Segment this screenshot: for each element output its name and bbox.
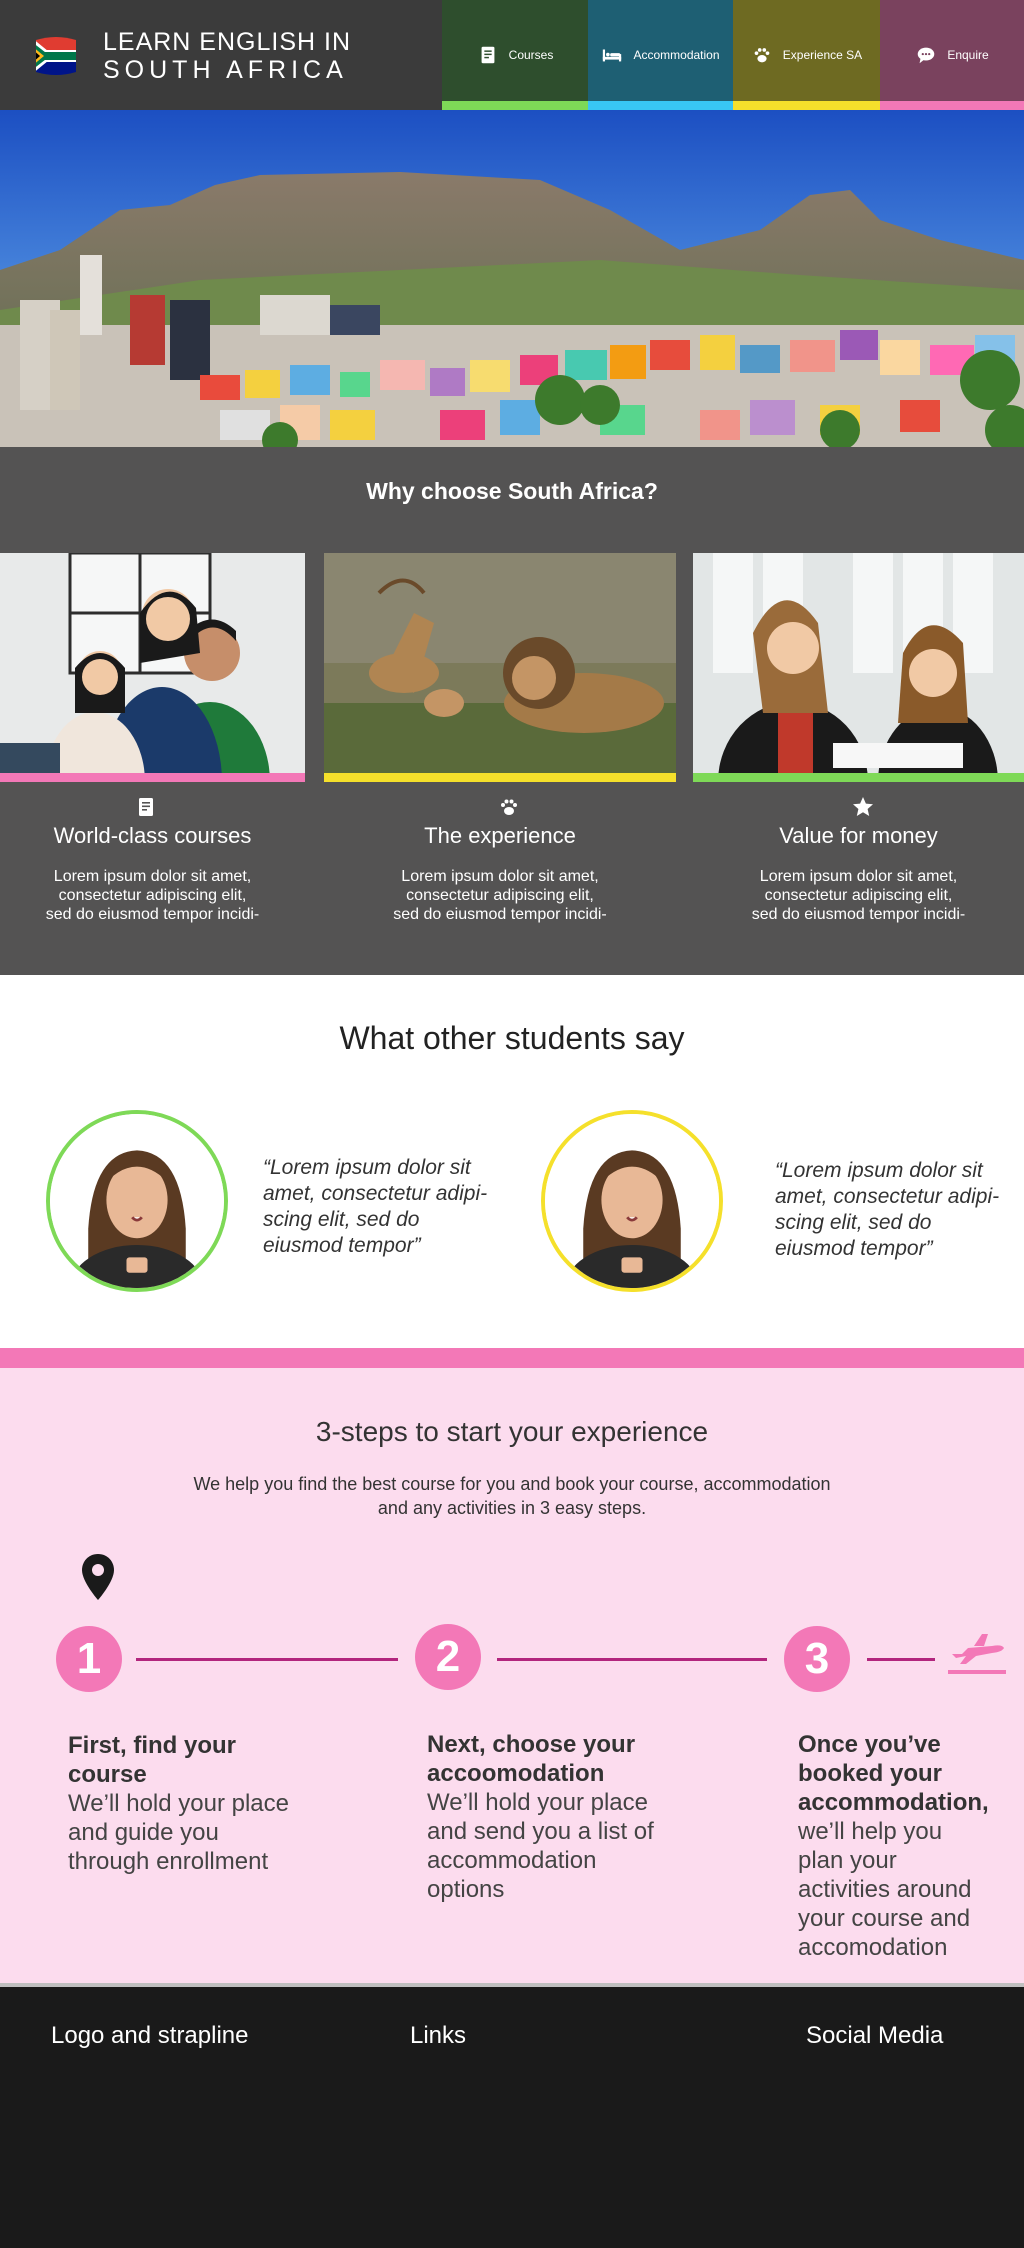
card-title-value: Value for money [779,823,938,848]
why-section-title: Why choose South Africa? [366,478,658,504]
book-icon [139,798,153,816]
nav-tab-label: Accommodation [633,48,720,62]
hero-image-cape-town [0,110,1024,447]
card-text-value: Lorem ipsum dolor sit amet, consectetur a… [751,868,966,923]
airplane-icon [948,1634,1006,1674]
step-2: Next, choose your accoomodation We’ll hol… [427,1730,717,1904]
card-title-experience: The experience [424,823,576,848]
step-3: Once you’ve booked your accommodation, we’… [798,1730,1018,1962]
nav-tab-accent [880,101,1024,110]
nav-tab-accent [442,101,588,110]
card-image-lions [324,553,676,782]
card-title-courses: World-class courses [53,823,252,848]
card-text-experience: Lorem ipsum dolor sit amet, consectetur a… [393,868,607,923]
avatar [541,1110,723,1292]
steps-subtitle: We help you find the best course for you… [193,1474,831,1518]
nav-tab-accent [588,101,733,110]
step-text: We’ll hold your place and send you a list… [427,1789,654,1903]
step-number: 2 [415,1624,481,1690]
student-photo [50,1114,224,1288]
step-heading: First, find your course [68,1732,236,1788]
step-number: 3 [784,1626,850,1692]
footer-social-media[interactable]: Social Media [806,2022,943,2050]
bed-icon [603,49,622,62]
testimonial-quote: “Lorem ipsum dolor sit amet, consectetur … [775,1159,1000,1260]
chat-icon [918,47,935,64]
paw-icon [501,799,517,815]
brand-name-line1[interactable]: LEARN ENGLISH IN [103,28,351,57]
nav-tab-label: Experience SA [782,48,863,62]
step-connector [136,1658,398,1661]
map-pin-icon [82,1554,114,1600]
footer-links[interactable]: Links [410,2022,466,2050]
nav-tab-courses[interactable]: Courses [442,0,588,110]
step-connector [497,1658,767,1661]
avatar [46,1110,228,1292]
step-text: we’ll help you plan your activities around… [798,1818,972,1961]
book-icon [481,46,495,64]
card-text-courses: Lorem ipsum dolor sit amet, consectetur a… [45,868,260,923]
nav-tab-label: Courses [508,48,554,62]
south-africa-flag-icon[interactable] [32,32,80,80]
student-photo [545,1114,719,1288]
footer-logo-strapline: Logo and strapline [51,2022,249,2049]
step-connector [867,1658,935,1661]
step-1: First, find your course We’ll hold your p… [68,1731,338,1876]
nav-tab-enquire[interactable]: Enquire [880,0,1024,110]
step-heading: Once you’ve booked your accommodation, [798,1731,989,1816]
brand-name-line2[interactable]: SOUTH AFRICA [103,56,348,85]
step-number: 1 [56,1626,122,1692]
nav-tab-accent [733,101,880,110]
step-text: We’ll hold your place and guide you throug… [68,1790,290,1875]
steps-top-bar [0,1348,1024,1368]
nav-tab-label: Enquire [947,48,989,62]
star-icon [853,797,873,816]
nav-tab-accommodation[interactable]: Accommodation [588,0,733,110]
steps-title: 3-steps to start your experience [315,1416,709,1447]
testimonials-title: What other students say [339,1020,685,1056]
testimonial-quote: “Lorem ipsum dolor sit amet, consectetur … [263,1156,488,1257]
card-image-students-office [0,553,305,782]
nav-tab-experience[interactable]: Experience SA [733,0,880,110]
step-heading: Next, choose your accoomodation [427,1731,636,1787]
paw-icon [754,48,770,63]
card-image-students-study [693,553,1024,782]
